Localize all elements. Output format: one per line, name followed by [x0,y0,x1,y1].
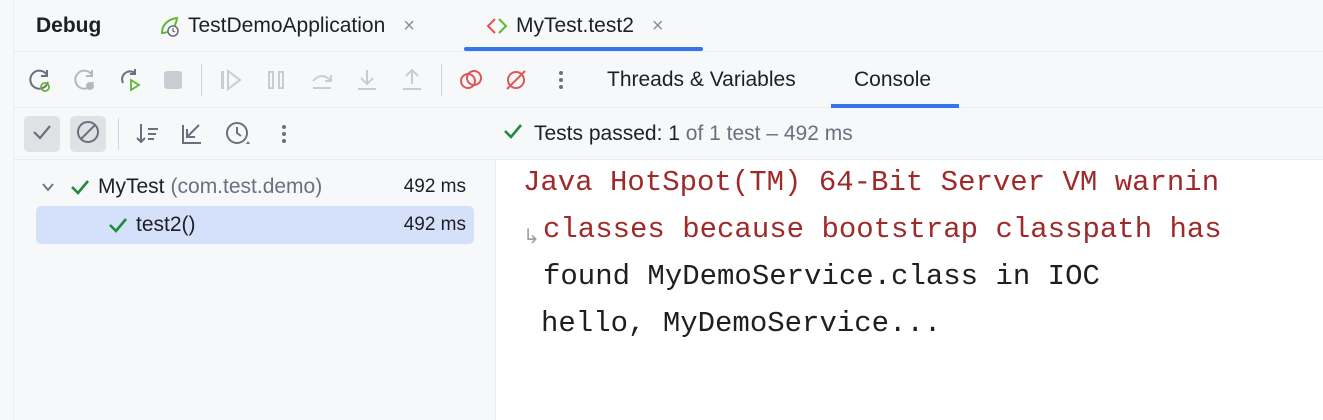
step-over-icon[interactable] [306,64,338,96]
pass-check-icon [108,215,128,235]
test-class-name: MyTest [98,175,165,198]
view-breakpoints-icon[interactable] [455,64,487,96]
rerun-failed-icon[interactable] [114,64,146,96]
ignored-icon [75,119,101,150]
more-icon[interactable] [545,64,577,96]
debug-tool-window-title: Debug [36,14,102,37]
rerun-debug-icon[interactable] [24,64,56,96]
close-icon[interactable]: × [652,15,664,38]
test-duration: 492 ms [403,176,466,197]
debug-toolbar: Threads & Variables Console [14,52,1323,108]
pass-check-icon [502,120,524,148]
pass-check-icon [70,177,90,197]
test-duration: 492 ms [403,214,466,235]
show-ignored-toggle[interactable] [70,116,106,152]
left-tool-strip [0,0,14,420]
tab-console[interactable]: Console [854,52,931,108]
toolbar-divider [201,64,202,96]
console-line: Java HotSpot(TM) 64-Bit Server VM warnin [523,166,1220,199]
status-suffix: of 1 test – 492 ms [685,122,853,145]
step-into-icon[interactable] [351,64,383,96]
tab-label: MyTest.test2 [516,14,634,37]
spring-boot-debug-icon [156,13,182,39]
debug-tab-bar: Debug TestDemoApplication × MyTest.test2… [14,0,1323,52]
test-diff-icon [484,13,510,39]
chevron-down-icon[interactable] [36,179,60,195]
close-icon[interactable]: × [403,15,415,38]
console-line: hello, MyDemoService... [541,307,942,340]
console-line: classes because bootstrap classpath has [543,213,1222,246]
mute-breakpoints-icon[interactable] [500,64,532,96]
toolbar-divider [118,118,119,150]
test-toolbar: Tests passed: 1 of 1 test – 492 ms [14,108,1323,160]
checkmark-icon [31,121,53,148]
tab-mytest-test2[interactable]: MyTest.test2 × [484,0,664,52]
active-tab-indicator [464,47,703,51]
soft-wrap-icon: ↳ [523,226,540,248]
tree-node-test2[interactable]: test2() 492 ms [36,206,474,244]
collapse-all-icon[interactable] [174,116,210,152]
show-passed-toggle[interactable] [24,116,60,152]
sort-icon[interactable] [130,116,166,152]
test-status: Tests passed: 1 of 1 test – 492 ms [502,120,853,148]
test-package: (com.test.demo) [170,175,323,198]
test-history-icon[interactable] [220,116,256,152]
resume-icon[interactable] [215,64,247,96]
test-method-name: test2() [136,213,196,236]
pause-icon[interactable] [260,64,292,96]
console-output[interactable]: Java HotSpot(TM) 64-Bit Server VM warnin… [497,160,1323,420]
console-line: found MyDemoService.class in IOC [543,260,1100,293]
passed-count: 1 [668,122,680,145]
stop-icon[interactable] [157,64,189,96]
step-out-icon[interactable] [396,64,428,96]
tree-node-mytest[interactable]: MyTest (com.test.demo) 492 ms [36,168,474,206]
toolbar-divider [441,64,442,96]
more-icon[interactable] [266,116,302,152]
tab-label: TestDemoApplication [188,14,386,37]
status-prefix: Tests passed: [534,122,663,145]
test-results-tree: MyTest (com.test.demo) 492 ms test2() 49… [14,160,496,420]
tab-testdemoapplication[interactable]: TestDemoApplication × [156,0,415,52]
rerun-icon[interactable] [69,64,101,96]
tab-threads-variables[interactable]: Threads & Variables [607,52,796,108]
